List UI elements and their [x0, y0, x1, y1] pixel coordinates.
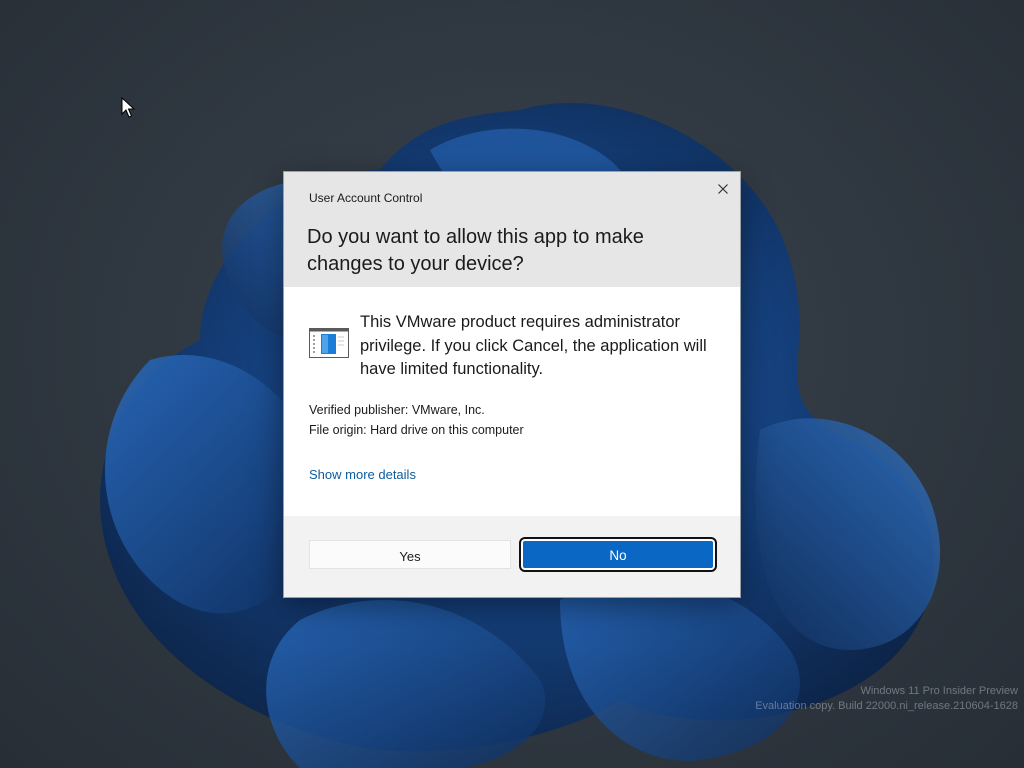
verified-publisher: Verified publisher: VMware, Inc.	[309, 403, 485, 417]
yes-button[interactable]: Yes	[309, 540, 511, 569]
app-window-icon	[309, 328, 349, 358]
uac-header: User Account Control Do you want to allo…	[284, 172, 740, 287]
show-more-details-link[interactable]: Show more details	[309, 467, 416, 482]
dialog-question: Do you want to allow this app to make ch…	[307, 226, 644, 275]
desktop: Windows 11 Pro Insider Preview Evaluatio…	[0, 0, 1024, 768]
evaluation-watermark: Windows 11 Pro Insider Preview Evaluatio…	[755, 684, 1018, 714]
no-button[interactable]: No	[519, 537, 717, 572]
mouse-pointer-icon	[121, 97, 136, 118]
app-message: This VMware product requires administrat…	[360, 313, 707, 378]
uac-dialog: User Account Control Do you want to allo…	[283, 171, 741, 598]
watermark-line-2: Evaluation copy. Build 22000.ni_release.…	[755, 700, 1018, 712]
file-origin: File origin: Hard drive on this computer	[309, 422, 524, 437]
uac-footer: Yes No	[284, 516, 740, 597]
publisher-info: Verified publisher: VMware, Inc. File or…	[309, 401, 524, 440]
watermark-line-1: Windows 11 Pro Insider Preview	[860, 685, 1018, 697]
dialog-title: User Account Control	[309, 191, 423, 205]
close-icon[interactable]	[714, 180, 732, 198]
uac-body: This VMware product requires administrat…	[284, 287, 740, 516]
